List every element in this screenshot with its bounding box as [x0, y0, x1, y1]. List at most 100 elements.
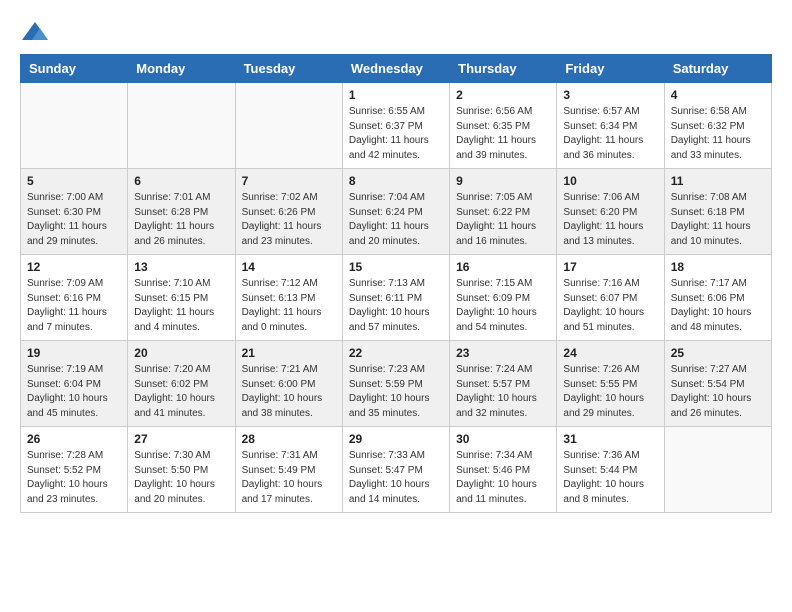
day-number: 29: [349, 432, 443, 446]
calendar-cell: 28Sunrise: 7:31 AM Sunset: 5:49 PM Dayli…: [235, 427, 342, 513]
day-number: 27: [134, 432, 228, 446]
calendar-cell: 9 Sunrise: 7:05 AM Sunset: 6:22 PM Daylig…: [450, 169, 557, 255]
day-of-week-header: Sunday: [21, 55, 128, 83]
calendar-cell: 8 Sunrise: 7:04 AM Sunset: 6:24 PM Daylig…: [342, 169, 449, 255]
calendar-week-row: 5 Sunrise: 7:00 AM Sunset: 6:30 PM Daylig…: [21, 169, 772, 255]
day-info: Sunrise: 7:33 AM Sunset: 5:47 PM Dayligh…: [349, 449, 443, 507]
day-number: 5: [27, 174, 121, 188]
day-number: 4: [671, 88, 765, 102]
day-info: Sunrise: 7:02 AM Sunset: 6:26 PM Dayligh…: [242, 191, 336, 249]
day-info: Sunrise: 7:12 AM Sunset: 6:13 PM Dayligh…: [242, 277, 336, 335]
calendar-cell: 3Sunrise: 6:57 AM Sunset: 6:34 PM Daylig…: [557, 83, 664, 169]
day-number: 15: [349, 260, 443, 274]
day-info: Sunrise: 7:10 AM Sunset: 6:15 PM Dayligh…: [134, 277, 228, 335]
day-of-week-header: Tuesday: [235, 55, 342, 83]
day-info: Sunrise: 7:19 AM Sunset: 6:04 PM Dayligh…: [27, 363, 121, 421]
day-number: 25: [671, 346, 765, 360]
day-number: 19: [27, 346, 121, 360]
day-info: Sunrise: 7:20 AM Sunset: 6:02 PM Dayligh…: [134, 363, 228, 421]
calendar-cell: 31 Sunrise: 7:36 AM Sunset: 5:44 PM Dayli…: [557, 427, 664, 513]
day-number: 12: [27, 260, 121, 274]
day-info: Sunrise: 7:36 AM Sunset: 5:44 PM Dayligh…: [563, 449, 657, 507]
logo: [20, 20, 54, 44]
calendar-week-row: 12 Sunrise: 7:09 AM Sunset: 6:16 PM Dayli…: [21, 255, 772, 341]
day-number: 7: [242, 174, 336, 188]
day-number: 8: [349, 174, 443, 188]
day-info: Sunrise: 7:08 AM Sunset: 6:18 PM Dayligh…: [671, 191, 765, 249]
day-info: Sunrise: 7:24 AM Sunset: 5:57 PM Dayligh…: [456, 363, 550, 421]
day-info: Sunrise: 7:13 AM Sunset: 6:11 PM Dayligh…: [349, 277, 443, 335]
day-info: Sunrise: 6:58 AM Sunset: 6:32 PM Dayligh…: [671, 105, 765, 163]
calendar-cell: 6Sunrise: 7:01 AM Sunset: 6:28 PM Daylig…: [128, 169, 235, 255]
day-number: 2: [456, 88, 550, 102]
calendar-cell: 14 Sunrise: 7:12 AM Sunset: 6:13 PM Dayli…: [235, 255, 342, 341]
day-number: 1: [349, 88, 443, 102]
day-info: Sunrise: 7:30 AM Sunset: 5:50 PM Dayligh…: [134, 449, 228, 507]
calendar-cell: [664, 427, 771, 513]
calendar-cell: 23 Sunrise: 7:24 AM Sunset: 5:57 PM Dayli…: [450, 341, 557, 427]
calendar-cell: 30 Sunrise: 7:34 AM Sunset: 5:46 PM Dayli…: [450, 427, 557, 513]
day-info: Sunrise: 7:28 AM Sunset: 5:52 PM Dayligh…: [27, 449, 121, 507]
calendar-cell: 7 Sunrise: 7:02 AM Sunset: 6:26 PM Daylig…: [235, 169, 342, 255]
day-of-week-header: Monday: [128, 55, 235, 83]
day-info: Sunrise: 7:09 AM Sunset: 6:16 PM Dayligh…: [27, 277, 121, 335]
day-number: 30: [456, 432, 550, 446]
calendar-week-row: 1 Sunrise: 6:55 AM Sunset: 6:37 PM Daylig…: [21, 83, 772, 169]
calendar-cell: 2 Sunrise: 6:56 AM Sunset: 6:35 PM Daylig…: [450, 83, 557, 169]
calendar-cell: [235, 83, 342, 169]
day-number: 21: [242, 346, 336, 360]
day-info: Sunrise: 6:55 AM Sunset: 6:37 PM Dayligh…: [349, 105, 443, 163]
day-number: 10: [563, 174, 657, 188]
logo-icon: [20, 20, 50, 44]
day-of-week-header: Saturday: [664, 55, 771, 83]
day-info: Sunrise: 7:04 AM Sunset: 6:24 PM Dayligh…: [349, 191, 443, 249]
day-number: 23: [456, 346, 550, 360]
day-info: Sunrise: 7:27 AM Sunset: 5:54 PM Dayligh…: [671, 363, 765, 421]
calendar-cell: [21, 83, 128, 169]
calendar-cell: 10 Sunrise: 7:06 AM Sunset: 6:20 PM Dayli…: [557, 169, 664, 255]
calendar-cell: 15 Sunrise: 7:13 AM Sunset: 6:11 PM Dayli…: [342, 255, 449, 341]
day-number: 18: [671, 260, 765, 274]
day-of-week-header: Wednesday: [342, 55, 449, 83]
calendar-week-row: 26 Sunrise: 7:28 AM Sunset: 5:52 PM Dayli…: [21, 427, 772, 513]
calendar-cell: 19 Sunrise: 7:19 AM Sunset: 6:04 PM Dayli…: [21, 341, 128, 427]
day-info: Sunrise: 6:57 AM Sunset: 6:34 PM Dayligh…: [563, 105, 657, 163]
day-number: 31: [563, 432, 657, 446]
day-info: Sunrise: 6:56 AM Sunset: 6:35 PM Dayligh…: [456, 105, 550, 163]
day-info: Sunrise: 7:06 AM Sunset: 6:20 PM Dayligh…: [563, 191, 657, 249]
day-info: Sunrise: 7:01 AM Sunset: 6:28 PM Dayligh…: [134, 191, 228, 249]
calendar-cell: 13Sunrise: 7:10 AM Sunset: 6:15 PM Dayli…: [128, 255, 235, 341]
calendar-cell: 5 Sunrise: 7:00 AM Sunset: 6:30 PM Daylig…: [21, 169, 128, 255]
calendar-cell: 24Sunrise: 7:26 AM Sunset: 5:55 PM Dayli…: [557, 341, 664, 427]
day-info: Sunrise: 7:15 AM Sunset: 6:09 PM Dayligh…: [456, 277, 550, 335]
calendar-cell: 22Sunrise: 7:23 AM Sunset: 5:59 PM Dayli…: [342, 341, 449, 427]
calendar-table: SundayMondayTuesdayWednesdayThursdayFrid…: [20, 54, 772, 513]
calendar-cell: 16 Sunrise: 7:15 AM Sunset: 6:09 PM Dayli…: [450, 255, 557, 341]
day-info: Sunrise: 7:05 AM Sunset: 6:22 PM Dayligh…: [456, 191, 550, 249]
day-number: 16: [456, 260, 550, 274]
page-header: [20, 20, 772, 44]
calendar-cell: 20 Sunrise: 7:20 AM Sunset: 6:02 PM Dayli…: [128, 341, 235, 427]
calendar-header-row: SundayMondayTuesdayWednesdayThursdayFrid…: [21, 55, 772, 83]
day-info: Sunrise: 7:16 AM Sunset: 6:07 PM Dayligh…: [563, 277, 657, 335]
day-number: 26: [27, 432, 121, 446]
day-number: 14: [242, 260, 336, 274]
day-number: 11: [671, 174, 765, 188]
day-of-week-header: Friday: [557, 55, 664, 83]
day-number: 20: [134, 346, 228, 360]
day-info: Sunrise: 7:17 AM Sunset: 6:06 PM Dayligh…: [671, 277, 765, 335]
day-info: Sunrise: 7:34 AM Sunset: 5:46 PM Dayligh…: [456, 449, 550, 507]
calendar-cell: 11 Sunrise: 7:08 AM Sunset: 6:18 PM Dayli…: [664, 169, 771, 255]
calendar-cell: 25 Sunrise: 7:27 AM Sunset: 5:54 PM Dayli…: [664, 341, 771, 427]
calendar-cell: 26 Sunrise: 7:28 AM Sunset: 5:52 PM Dayli…: [21, 427, 128, 513]
day-number: 22: [349, 346, 443, 360]
calendar-cell: 21Sunrise: 7:21 AM Sunset: 6:00 PM Dayli…: [235, 341, 342, 427]
calendar-cell: 17Sunrise: 7:16 AM Sunset: 6:07 PM Dayli…: [557, 255, 664, 341]
calendar-cell: [128, 83, 235, 169]
day-number: 24: [563, 346, 657, 360]
calendar-cell: 18 Sunrise: 7:17 AM Sunset: 6:06 PM Dayli…: [664, 255, 771, 341]
calendar-cell: 12 Sunrise: 7:09 AM Sunset: 6:16 PM Dayli…: [21, 255, 128, 341]
day-number: 9: [456, 174, 550, 188]
day-info: Sunrise: 7:00 AM Sunset: 6:30 PM Dayligh…: [27, 191, 121, 249]
calendar-cell: 1 Sunrise: 6:55 AM Sunset: 6:37 PM Daylig…: [342, 83, 449, 169]
